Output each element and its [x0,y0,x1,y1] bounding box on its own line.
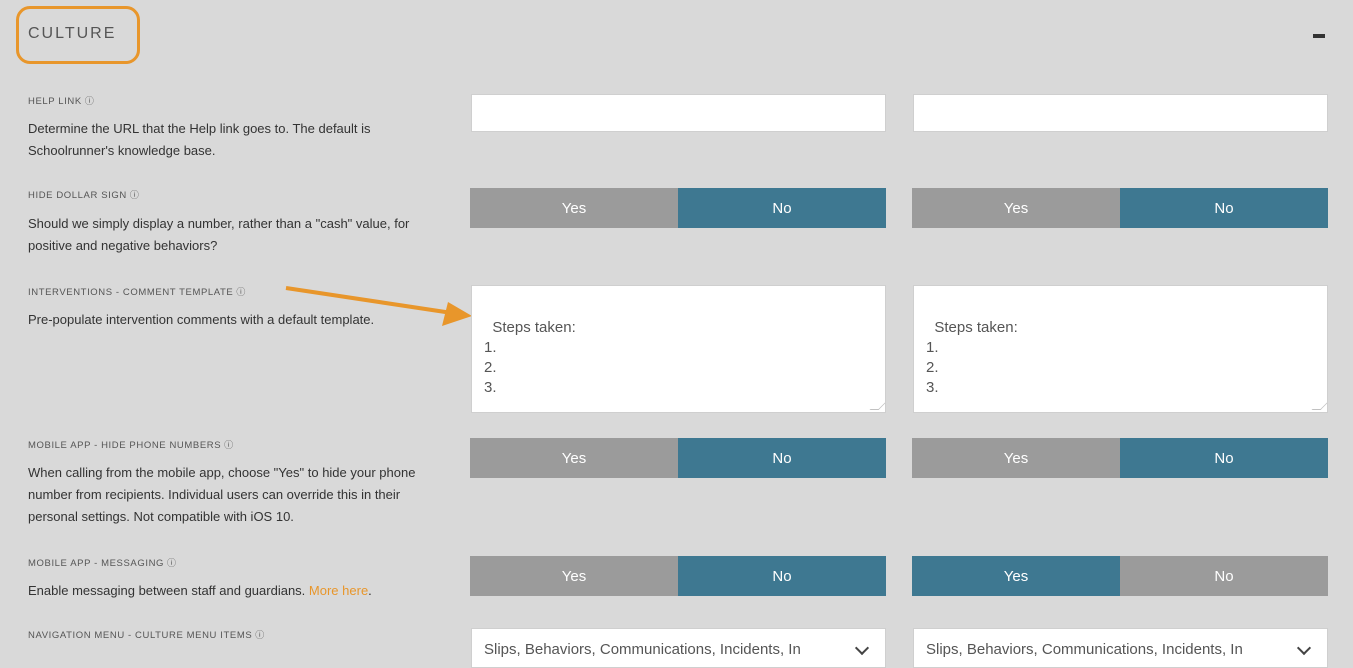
mobile-hide-phone-description: When calling from the mobile app, choose… [28,465,416,524]
interventions-textarea-2[interactable]: Steps taken: 1. 2. 3. [913,285,1328,413]
info-icon[interactable]: ⓘ [236,287,246,297]
yes-button[interactable]: Yes [470,556,678,596]
no-button[interactable]: No [1120,556,1328,596]
interventions-textarea-1[interactable]: Steps taken: 1. 2. 3. [471,285,886,413]
info-icon[interactable]: ⓘ [224,440,234,450]
nav-menu-label: NAVIGATION MENU - CULTURE MENU ITEMS ⓘ [28,630,265,641]
minus-icon[interactable] [1313,34,1325,38]
hide-dollar-toggle-2: Yes No [912,188,1328,228]
section-title: CULTURE [28,25,117,42]
yes-button[interactable]: Yes [470,438,678,478]
mobile-messaging-label: MOBILE APP - MESSAGING ⓘ [28,558,177,569]
info-icon[interactable]: ⓘ [255,630,265,640]
no-button[interactable]: No [1120,438,1328,478]
no-button[interactable]: No [678,438,886,478]
mobile-messaging-description: Enable messaging between staff and guard… [28,583,372,598]
yes-button[interactable]: Yes [912,438,1120,478]
yes-button[interactable]: Yes [470,188,678,228]
help-link-description: Determine the URL that the Help link goe… [28,121,371,158]
chevron-down-icon [1296,640,1312,656]
info-icon[interactable]: ⓘ [130,190,140,200]
mobile-hide-phone-toggle-2: Yes No [912,438,1328,478]
no-button[interactable]: No [678,188,886,228]
no-button[interactable]: No [1120,188,1328,228]
section-header: CULTURE [16,6,1353,66]
yes-button[interactable]: Yes [912,556,1120,596]
hide-dollar-label: HIDE DOLLAR SIGN ⓘ [28,190,140,201]
info-icon[interactable]: ⓘ [85,96,95,106]
mobile-messaging-toggle-1: Yes No [470,556,886,596]
interventions-label: INTERVENTIONS - COMMENT TEMPLATE ⓘ [28,287,246,298]
more-here-link[interactable]: More here [309,583,368,598]
chevron-down-icon [854,640,870,656]
arrow-icon [285,286,472,326]
mobile-hide-phone-toggle-1: Yes No [470,438,886,478]
resize-handle[interactable] [1311,401,1327,410]
mobile-hide-phone-label: MOBILE APP - HIDE PHONE NUMBERS ⓘ [28,440,234,451]
info-icon[interactable]: ⓘ [167,558,177,568]
yes-button[interactable]: Yes [912,188,1120,228]
mobile-messaging-toggle-2: Yes No [912,556,1328,596]
help-link-input-2[interactable] [913,94,1328,132]
nav-menu-select-2[interactable]: Slips, Behaviors, Communications, Incide… [913,628,1328,668]
no-button[interactable]: No [678,556,886,596]
nav-menu-select-1[interactable]: Slips, Behaviors, Communications, Incide… [471,628,886,668]
help-link-label: HELP LINK ⓘ [28,96,95,107]
help-link-input-1[interactable] [471,94,886,132]
resize-handle[interactable] [869,401,885,410]
hide-dollar-toggle-1: Yes No [470,188,886,228]
hide-dollar-description: Should we simply display a number, rathe… [28,216,410,253]
